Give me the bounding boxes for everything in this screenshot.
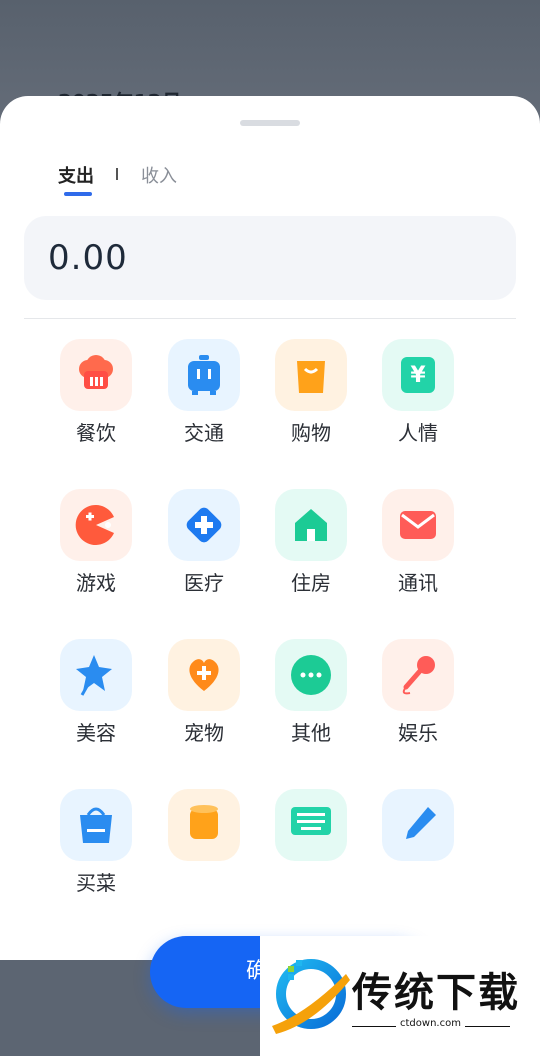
bottom-sheet: 支出 收入 0.00 餐饮 交通 购物 ¥ 人情 游戏 医疗 住房 通讯 美容 宠物 其他 娱乐 买菜 确… <box>0 96 540 1056</box>
category-tile <box>382 639 454 711</box>
drag-handle[interactable] <box>240 120 300 126</box>
category-tile <box>382 489 454 561</box>
medical-cross-icon <box>186 507 222 543</box>
shopping-bag-icon <box>297 361 325 393</box>
category-label: 交通 <box>184 421 224 445</box>
category-item[interactable] <box>257 789 365 867</box>
category-label: 美容 <box>76 721 116 745</box>
category-label: 购物 <box>291 421 331 445</box>
basket-icon <box>80 807 112 843</box>
category-item[interactable] <box>364 789 472 867</box>
category-item[interactable]: 美容 <box>42 639 150 746</box>
svg-text:¥: ¥ <box>410 363 426 388</box>
tab-separator <box>116 168 118 180</box>
divider <box>24 318 516 319</box>
bus-icon <box>188 355 220 395</box>
category-item[interactable]: 交通 <box>150 339 258 446</box>
category-tile <box>168 789 240 861</box>
active-tab-indicator <box>64 192 92 196</box>
category-label: 娱乐 <box>398 721 438 745</box>
chef-hat-icon <box>79 355 113 389</box>
watermark-title: 传统下载 <box>352 970 520 1016</box>
category-label: 买菜 <box>76 871 116 895</box>
category-tile <box>275 489 347 561</box>
category-tile <box>60 489 132 561</box>
category-item[interactable]: 买菜 <box>42 789 150 896</box>
more-dots-icon <box>291 655 331 695</box>
pacman-game-icon <box>75 505 114 545</box>
category-item[interactable]: 餐饮 <box>42 339 150 446</box>
category-tile <box>60 789 132 861</box>
category-item[interactable]: 通讯 <box>364 489 472 596</box>
category-item[interactable]: 医疗 <box>150 489 258 596</box>
tissue-roll-icon <box>190 805 218 839</box>
category-label: 游戏 <box>76 571 116 595</box>
category-item[interactable]: 娱乐 <box>364 639 472 746</box>
category-label: 医疗 <box>184 571 224 595</box>
category-tile <box>60 639 132 711</box>
category-item[interactable]: 宠物 <box>150 639 258 746</box>
envelope-icon <box>400 511 436 539</box>
category-tile <box>60 339 132 411</box>
category-item[interactable]: ¥ 人情 <box>364 339 472 446</box>
category-item[interactable]: 游戏 <box>42 489 150 596</box>
category-tile <box>168 489 240 561</box>
category-label: 住房 <box>291 571 331 595</box>
amount-value: 0.00 <box>48 238 128 278</box>
category-label: 通讯 <box>398 571 438 595</box>
watermark-url: ctdown.com <box>396 1018 465 1029</box>
category-label: 宠物 <box>184 721 224 745</box>
category-tile <box>168 639 240 711</box>
house-icon <box>295 509 327 541</box>
category-item[interactable] <box>150 789 258 867</box>
tab-income[interactable]: 收入 <box>141 162 177 188</box>
tab-expense[interactable]: 支出 <box>58 162 94 188</box>
category-tile <box>382 789 454 861</box>
category-item[interactable]: 住房 <box>257 489 365 596</box>
category-label: 餐饮 <box>76 421 116 445</box>
amount-input[interactable]: 0.00 <box>24 216 516 300</box>
category-item[interactable]: 其他 <box>257 639 365 746</box>
watermark: 传统下载 ctdown.com <box>260 936 540 1056</box>
watermark-logo-icon <box>272 959 350 1034</box>
category-label: 人情 <box>398 421 438 445</box>
category-tile: ¥ <box>382 339 454 411</box>
category-item[interactable]: 购物 <box>257 339 365 446</box>
category-label: 其他 <box>291 721 331 745</box>
category-tile <box>275 789 347 861</box>
category-tile <box>275 339 347 411</box>
keyboard-icon <box>291 807 331 835</box>
pencil-icon <box>406 807 436 839</box>
category-tile <box>168 339 240 411</box>
star-wand-icon <box>76 655 112 696</box>
microphone-icon <box>402 656 435 695</box>
yuan-gift-icon: ¥ <box>401 357 435 393</box>
category-tile <box>275 639 347 711</box>
heart-plus-icon <box>189 659 219 691</box>
